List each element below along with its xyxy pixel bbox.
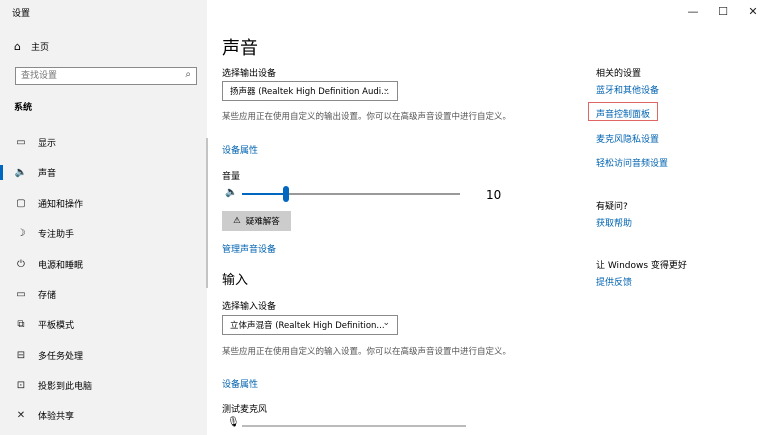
sidebar-item-label: 专注助手 — [38, 229, 75, 240]
power-icon: ⏻ — [17, 258, 25, 270]
microphone-privacy-link[interactable]: 麦克风隐私设置 — [596, 132, 659, 145]
search-input[interactable] — [16, 68, 166, 84]
output-description: 某些应用正在使用自定义的输出设置。你可以在高级声音设置中进行自定义。 — [222, 112, 512, 122]
manage-sound-devices-link[interactable]: 管理声音设备 — [222, 242, 276, 255]
projection-icon: ⊡ — [16, 379, 26, 391]
test-microphone-label: 测试麦克风 — [222, 405, 268, 415]
give-feedback-link[interactable]: 提供反馈 — [596, 275, 632, 288]
scrollbar-thumb[interactable] — [206, 138, 208, 288]
question-heading: 有疑问? — [596, 202, 628, 212]
output-device-value: 扬声器 (Realtek High Definition Audi... — [230, 87, 390, 97]
sidebar-item-label: 显示 — [38, 138, 57, 149]
volume-slider-thumb[interactable] — [282, 186, 289, 202]
window-title: 设置 — [12, 9, 31, 19]
output-device-dropdown[interactable]: 扬声器 (Realtek High Definition Audi... ⌄ — [222, 81, 398, 101]
page-title: 声音 — [222, 38, 258, 59]
volume-label: 音量 — [222, 172, 241, 182]
storage-icon: ▭ — [16, 288, 26, 300]
search-box[interactable]: ⌕ — [15, 67, 197, 85]
notification-icon: ▢ — [16, 197, 26, 209]
output-device-properties-link[interactable]: 设备属性 — [222, 143, 258, 156]
sidebar-item-label: 声音 — [38, 168, 57, 179]
sidebar-item-multitasking[interactable]: ⊟ 多任务处理 — [0, 343, 207, 367]
highlight-box — [588, 102, 658, 121]
moon-icon: ☽ — [16, 227, 26, 239]
input-device-value: 立体声混音 (Realtek High Definition... — [230, 321, 385, 331]
home-icon: ⌂ — [14, 40, 21, 53]
sidebar-item-focus-assist[interactable]: ☽ 专注助手 — [0, 221, 207, 245]
input-description: 某些应用正在使用自定义的输入设置。你可以在高级声音设置中进行自定义。 — [222, 347, 512, 357]
maximize-button[interactable]: ☐ — [708, 0, 738, 22]
sidebar-item-shared-experiences[interactable]: ✕ 体验共享 — [0, 403, 207, 427]
chevron-down-icon: ⌄ — [382, 84, 390, 94]
sidebar-item-display[interactable]: ▭ 显示 — [0, 130, 207, 154]
input-heading: 输入 — [222, 273, 249, 288]
ease-of-access-audio-link[interactable]: 轻松访问音频设置 — [596, 156, 668, 169]
sidebar-item-label: 电源和睡眠 — [38, 260, 84, 271]
improve-windows-heading: 让 Windows 变得更好 — [596, 261, 687, 271]
window-controls: — ☐ ✕ — [678, 0, 768, 22]
bluetooth-devices-link[interactable]: 蓝牙和其他设备 — [596, 83, 659, 96]
sidebar-item-label: 投影到此电脑 — [38, 381, 93, 392]
sidebar-item-label: 通知和操作 — [38, 199, 84, 210]
speaker-icon: 🔈 — [14, 166, 28, 178]
output-select-label: 选择输出设备 — [222, 69, 277, 79]
sidebar-item-label: 体验共享 — [38, 411, 75, 422]
sidebar-item-storage[interactable]: ▭ 存储 — [0, 282, 207, 306]
input-device-dropdown[interactable]: 立体声混音 (Realtek High Definition... ⌄ — [222, 315, 398, 335]
related-settings-heading: 相关的设置 — [596, 69, 642, 79]
minimize-button[interactable]: — — [678, 0, 708, 22]
display-icon: ▭ — [16, 136, 26, 148]
chevron-down-icon: ⌄ — [382, 318, 390, 328]
main-content: — ☐ ✕ 声音 选择输出设备 扬声器 (Realtek High Defini… — [207, 0, 768, 435]
sidebar-item-tablet-mode[interactable]: ⧉ 平板模式 — [0, 312, 207, 336]
warning-icon: ⚠ — [233, 216, 241, 226]
microphone-icon: 🎙 — [227, 417, 240, 428]
get-help-link[interactable]: 获取帮助 — [596, 216, 632, 229]
sidebar-home[interactable]: ⌂ 主页 — [14, 40, 49, 53]
sidebar-item-label: 多任务处理 — [38, 351, 84, 362]
home-label: 主页 — [30, 43, 49, 53]
section-label-system: 系统 — [14, 103, 33, 113]
search-icon[interactable]: ⌕ — [185, 69, 191, 80]
sidebar-item-notifications[interactable]: ▢ 通知和操作 — [0, 191, 207, 215]
tablet-icon: ⧉ — [17, 318, 25, 330]
sidebar-item-label: 存储 — [38, 290, 57, 301]
troubleshoot-button[interactable]: ⚠ 疑难解答 — [222, 211, 291, 231]
sidebar-item-label: 平板模式 — [38, 320, 75, 331]
speaker-icon[interactable]: 🔈 — [225, 187, 237, 198]
troubleshoot-label: 疑难解答 — [245, 217, 280, 227]
sidebar-item-sound[interactable]: 🔈 声音 — [0, 160, 207, 184]
input-select-label: 选择输入设备 — [222, 302, 277, 312]
close-button[interactable]: ✕ — [738, 0, 768, 22]
multitasking-icon: ⊟ — [16, 349, 26, 361]
sidebar-item-power-sleep[interactable]: ⏻ 电源和睡眠 — [0, 252, 207, 276]
volume-slider-fill — [242, 193, 286, 195]
share-icon: ✕ — [16, 409, 26, 421]
sidebar: 设置 ⌂ 主页 ⌕ 系统 ▭ 显示 🔈 声音 ▢ 通知和操作 ☽ 专注助手 ⏻ … — [0, 0, 207, 435]
input-device-properties-link[interactable]: 设备属性 — [222, 377, 258, 390]
volume-value: 10 — [486, 188, 502, 202]
sidebar-item-project-to-pc[interactable]: ⊡ 投影到此电脑 — [0, 373, 207, 397]
volume-slider[interactable] — [242, 186, 460, 202]
microphone-level-bar — [242, 425, 466, 427]
